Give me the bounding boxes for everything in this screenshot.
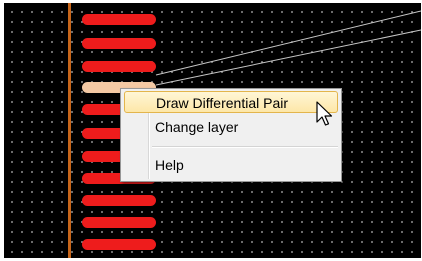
menu-item-help[interactable]: Help (124, 154, 338, 176)
smd-pad[interactable] (82, 38, 156, 49)
smd-pad[interactable] (82, 217, 156, 228)
menu-separator (152, 146, 338, 148)
menu-item-draw-differential-pair[interactable]: Draw Differential Pair (124, 91, 338, 113)
menu-item-change-layer[interactable]: Change layer (124, 116, 338, 138)
menu-item-label: Help (155, 157, 184, 173)
menu-item-label: Change layer (155, 119, 239, 135)
smd-pad[interactable] (82, 61, 156, 72)
smd-pad[interactable] (82, 195, 156, 206)
smd-pad[interactable] (82, 239, 156, 250)
smd-pad[interactable] (82, 14, 156, 25)
menu-item-label: Draw Differential Pair (156, 95, 289, 111)
context-menu: Draw Differential Pair Change layer Help (120, 88, 342, 182)
mouse-pointer-icon (316, 101, 333, 126)
